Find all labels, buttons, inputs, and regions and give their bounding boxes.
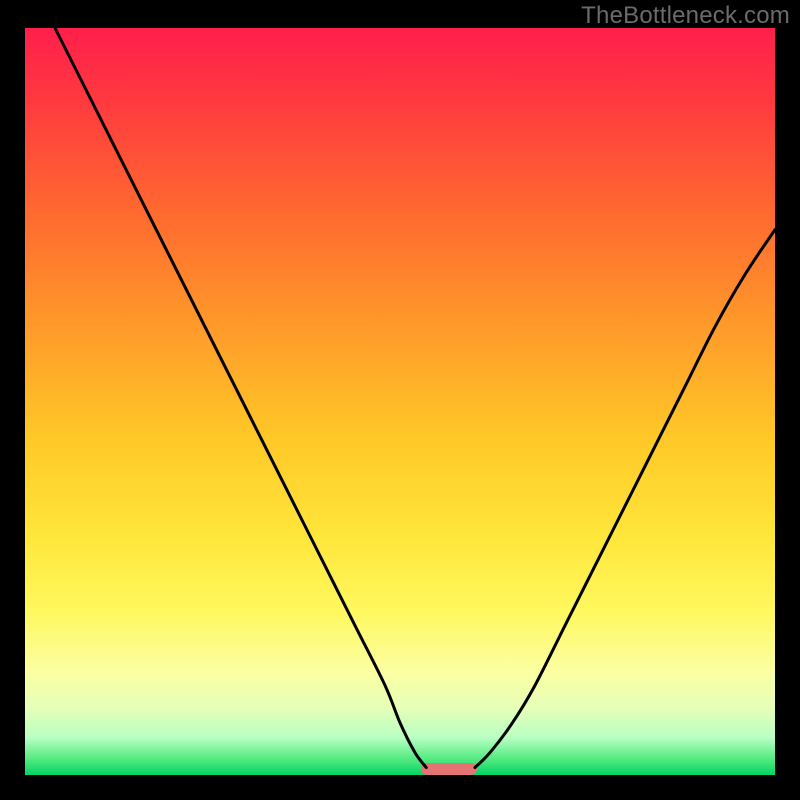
plot-area: [25, 28, 775, 775]
watermark-text: TheBottleneck.com: [581, 2, 790, 30]
image-frame: TheBottleneck.com: [0, 0, 800, 800]
curve-right-branch: [475, 230, 775, 768]
bottleneck-curve: [25, 28, 775, 775]
curve-left-branch: [55, 28, 426, 768]
